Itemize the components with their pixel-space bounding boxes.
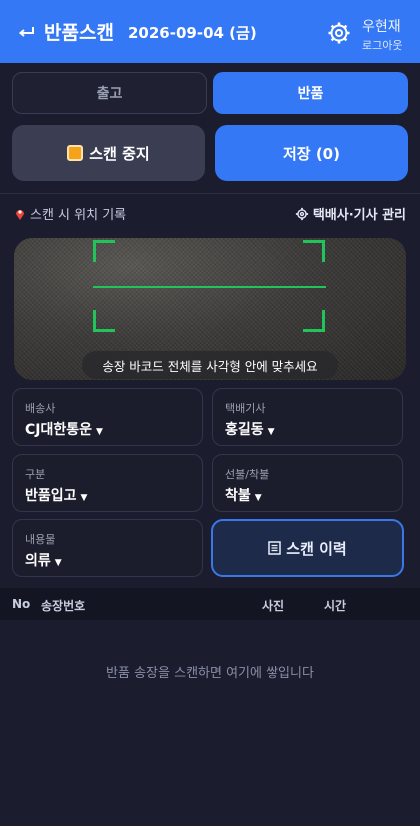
category-label: 구분 (25, 468, 46, 481)
contents-value: 의류 (25, 553, 51, 569)
scan-history-label: 스캔 이력 (286, 539, 347, 558)
column-time: 시간 (324, 599, 347, 613)
carrier-driver-manage-label: 택배사·기사 관리 (312, 208, 406, 223)
save-button[interactable]: 저장 (0) (215, 125, 408, 181)
date-label: 2026-09-04 (금) (128, 24, 257, 42)
camera-preview[interactable]: 송장 바코드 전체를 사각형 안에 맞추세요 (14, 238, 406, 380)
caret-down-icon: ▼ (54, 558, 62, 568)
stop-square-icon (67, 145, 84, 161)
page-title: 반품스캔 (44, 22, 114, 44)
caret-down-icon: ▼ (80, 493, 88, 503)
scan-frame-corner (303, 240, 325, 262)
driver-value: 홍길동 (225, 422, 264, 438)
carrier-value: CJ대한통운 (25, 422, 93, 438)
location-record-toggle[interactable]: 스캔 시 위치 기록 (14, 204, 126, 223)
tab-return[interactable]: 반품 (213, 72, 408, 114)
caret-down-icon: ▼ (96, 427, 103, 437)
app-header: 반품스캔 2026-09-04 (금) 우현재 로그아웃 (0, 0, 420, 63)
column-photo: 사진 (262, 599, 285, 613)
return-arrow-icon[interactable] (16, 22, 36, 42)
scan-table-header: No 송장번호 사진 시간 (0, 588, 420, 620)
carrier-driver-manage-link[interactable]: 택배사·기사 관리 (295, 204, 406, 223)
stop-scan-button[interactable]: 스캔 중지 (12, 125, 205, 181)
column-no: No (12, 597, 31, 611)
location-record-label: 스캔 시 위치 기록 (30, 208, 127, 223)
column-invoice-number: 송장번호 (41, 599, 86, 613)
payment-label: 선불/착불 (225, 468, 270, 481)
scan-history-button[interactable]: 스캔 이력 (211, 519, 404, 577)
scan-frame-corner (93, 240, 115, 262)
scan-frame-corner (93, 310, 115, 332)
gear-icon (295, 207, 308, 220)
category-select[interactable]: 구분 반품입고 ▼ (12, 454, 203, 512)
category-value: 반품입고 (25, 488, 77, 504)
carrier-select[interactable]: 배송사 CJ대한통운 ▼ (12, 388, 203, 446)
payment-value: 착불 (225, 488, 251, 504)
driver-label: 택배기사 (225, 402, 266, 415)
stop-scan-label: 스캔 중지 (89, 144, 150, 163)
caret-down-icon: ▼ (267, 427, 275, 437)
caret-down-icon: ▼ (254, 493, 262, 503)
logout-link[interactable]: 로그아웃 (362, 37, 402, 53)
carrier-label: 배송사 (25, 402, 56, 415)
scan-frame-corner (303, 310, 325, 332)
empty-state-text: 반품 송장을 스캔하면 여기에 쌓입니다 (106, 666, 314, 681)
pin-icon (16, 209, 24, 220)
tab-outbound[interactable]: 출고 (12, 72, 207, 114)
driver-select[interactable]: 택배기사 홍길동 ▼ (212, 388, 403, 446)
gear-icon[interactable] (327, 21, 351, 45)
scan-line (93, 286, 326, 288)
contents-select[interactable]: 내용물 의류 ▼ (12, 519, 203, 577)
user-name: 우현재 (362, 19, 401, 35)
document-list-icon (268, 541, 282, 555)
divider (0, 193, 420, 194)
payment-select[interactable]: 선불/착불 착불 ▼ (212, 454, 403, 512)
contents-label: 내용물 (25, 533, 56, 546)
scan-guide-text: 송장 바코드 전체를 사각형 안에 맞추세요 (82, 351, 338, 379)
